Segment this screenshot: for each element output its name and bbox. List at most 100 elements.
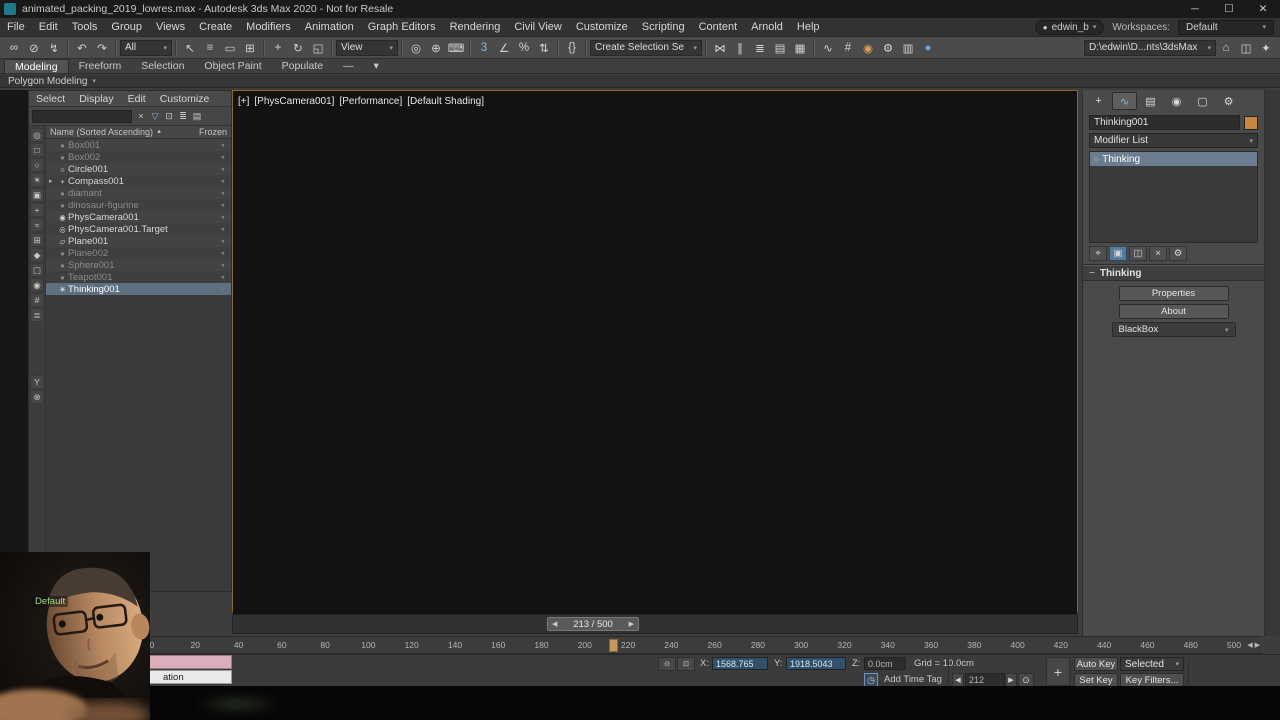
explorer-menu-display[interactable]: Display <box>72 93 120 105</box>
time-tag-icon[interactable]: ◷ <box>864 673 878 687</box>
asset-library-icon[interactable]: ◫ <box>1236 39 1256 57</box>
motion-tab[interactable]: ◉ <box>1164 92 1189 110</box>
modifier-stack-entry[interactable]: ○ Thinking <box>1090 152 1257 166</box>
selection-filter-dropdown[interactable]: All ▾ <box>120 39 172 56</box>
explorer-row-physcamera001-target[interactable]: ◎ PhysCamera001.Target ● <box>46 223 231 235</box>
menu-rendering[interactable]: Rendering <box>443 18 508 37</box>
link-icon[interactable]: ∞ <box>4 39 24 57</box>
set-keys-button[interactable]: + <box>1046 657 1070 686</box>
frozen-column-header[interactable]: Frozen <box>199 127 227 137</box>
frame-back-arrow[interactable]: ◀ <box>552 620 557 628</box>
ribbon-toggle-icon[interactable]: ▦ <box>790 39 810 57</box>
select-scale-icon[interactable]: ◱ <box>308 39 328 57</box>
ribbon-tab-object-paint[interactable]: Object Paint <box>194 59 271 73</box>
object-color-swatch[interactable] <box>1244 115 1258 130</box>
menu-content[interactable]: Content <box>692 18 745 37</box>
viewport-menu-shading[interactable]: [Default Shading] <box>407 96 484 107</box>
undo-icon[interactable]: ↶ <box>72 39 92 57</box>
viewport-render[interactable] <box>233 112 1079 592</box>
search-input[interactable] <box>32 109 132 123</box>
explorer-row-plane002[interactable]: ● Plane002 ● <box>46 247 231 259</box>
viewport[interactable]: [+] [PhysCamera001] [Performance] [Default … <box>232 90 1079 617</box>
explorer-row-thinking001[interactable]: ✳ Thinking001 ✳ <box>46 283 231 295</box>
viewport-menu-general[interactable]: [+] <box>238 96 249 107</box>
frozen-toggle[interactable]: ● <box>215 178 231 185</box>
explorer-menu-edit[interactable]: Edit <box>121 93 153 105</box>
selection-region-icon[interactable]: ▭ <box>220 39 240 57</box>
frozen-toggle[interactable]: ✳ <box>215 285 231 293</box>
explorer-menu-select[interactable]: Select <box>29 93 72 105</box>
display-options-icon[interactable]: ▤ <box>190 109 204 123</box>
filter-all-icon[interactable]: ◎ <box>30 128 44 142</box>
frame-forward-arrow[interactable]: ▶ <box>629 620 634 628</box>
use-pivot-center-icon[interactable]: ◎ <box>406 39 426 57</box>
properties-button[interactable]: Properties <box>1118 286 1229 301</box>
auto-key-button[interactable]: Auto Key <box>1074 657 1118 671</box>
z-coordinate-field[interactable]: 0.0cm <box>864 657 906 670</box>
filter-bones-icon[interactable]: ◆ <box>30 248 44 262</box>
ribbon-dropdown-icon[interactable]: ▾ <box>364 59 389 73</box>
explorer-menu-customize[interactable]: Customize <box>153 93 217 105</box>
mirror-icon[interactable]: ⋈ <box>710 39 730 57</box>
ruler-scroll-arrows[interactable]: ◀ ▶ <box>1247 641 1260 649</box>
frozen-toggle[interactable]: ● <box>215 274 231 281</box>
reference-coordinate-dropdown[interactable]: View ▾ <box>336 39 398 56</box>
filter-cameras-icon[interactable]: ▣ <box>30 188 44 202</box>
hierarchy-tab[interactable]: ▤ <box>1138 92 1163 110</box>
schematic-view-icon[interactable]: # <box>838 39 858 57</box>
explorer-row-box002[interactable]: ● Box002 ● <box>46 151 231 163</box>
curve-editor-icon[interactable]: ∿ <box>818 39 838 57</box>
key-selection-dropdown[interactable]: Selected ▾ <box>1120 657 1184 671</box>
render-setup-icon[interactable]: ⚙ <box>878 39 898 57</box>
current-frame-field[interactable]: 212 <box>965 673 1005 687</box>
snaps-toggle-icon[interactable]: 3 <box>474 39 494 57</box>
utilities-tab[interactable]: ⚙ <box>1216 92 1241 110</box>
redo-icon[interactable]: ↷ <box>92 39 112 57</box>
workspace-dropdown[interactable]: Default ▾ <box>1178 19 1274 35</box>
select-object-icon[interactable]: ↖ <box>180 39 200 57</box>
angle-snap-icon[interactable]: ∠ <box>494 39 514 57</box>
add-time-tag[interactable]: Add Time Tag <box>884 674 942 685</box>
select-by-name-icon[interactable]: ≡ <box>200 39 220 57</box>
rollout-header-thinking[interactable]: − Thinking <box>1083 266 1264 281</box>
clear-search-icon[interactable]: × <box>134 109 148 123</box>
ribbon-section-bar[interactable]: Polygon Modeling ▾ <box>0 75 1280 88</box>
window-crossing-icon[interactable]: ⊞ <box>240 39 260 57</box>
blackbox-dropdown[interactable]: BlackBox ▾ <box>1111 322 1236 337</box>
filter-lights-icon[interactable]: ☀ <box>30 173 44 187</box>
select-move-icon[interactable]: + <box>268 39 288 57</box>
menu-file[interactable]: File <box>0 18 32 37</box>
list-view-icon[interactable]: ≣ <box>176 109 190 123</box>
keyboard-override-icon[interactable]: ⌨ <box>446 39 466 57</box>
unlink-icon[interactable]: ⊘ <box>24 39 44 57</box>
frame-next-spinner[interactable]: ▶ <box>1005 673 1017 687</box>
rendered-frame-icon[interactable]: ▥ <box>898 39 918 57</box>
pin-stack-icon[interactable]: ⌖ <box>1089 246 1107 261</box>
explorer-row-teapot001[interactable]: ● Teapot001 ● <box>46 271 231 283</box>
modify-tab[interactable]: ∿ <box>1112 92 1137 110</box>
modifier-stack[interactable]: ○ Thinking <box>1089 151 1258 243</box>
set-key-button[interactable]: Set Key <box>1074 673 1118 687</box>
create-tab[interactable]: + <box>1086 92 1111 110</box>
percent-snap-icon[interactable]: % <box>514 39 534 57</box>
explorer-column-header[interactable]: Name (Sorted Ascending) ▲ Frozen <box>46 126 231 139</box>
menu-animation[interactable]: Animation <box>298 18 361 37</box>
menu-help[interactable]: Help <box>790 18 827 37</box>
user-account-menu[interactable]: ● edwin_b ▾ <box>1034 19 1105 35</box>
command-panel-scroll-edge[interactable] <box>1264 90 1280 636</box>
menu-views[interactable]: Views <box>149 18 192 37</box>
ribbon-collapse-icon[interactable]: — <box>333 59 364 73</box>
selection-lock-icon[interactable]: ⊡ <box>677 657 695 671</box>
project-path-dropdown[interactable]: D:\edwin\D...nts\3dsMax ▾ <box>1084 39 1216 56</box>
delete-icon[interactable]: ⊗ <box>30 390 44 404</box>
ribbon-tab-modeling[interactable]: Modeling <box>4 59 69 73</box>
lock-explorer-icon[interactable]: ⊡ <box>162 109 176 123</box>
frozen-toggle[interactable]: ● <box>215 214 231 221</box>
show-end-result-icon[interactable]: ▣ <box>1109 246 1127 261</box>
display-tab[interactable]: ▢ <box>1190 92 1215 110</box>
about-button[interactable]: About <box>1118 304 1229 319</box>
menu-customize[interactable]: Customize <box>569 18 635 37</box>
sort-mode-icon[interactable]: ≣ <box>30 308 44 322</box>
menu-create[interactable]: Create <box>192 18 239 37</box>
minimize-button[interactable]: ─ <box>1178 3 1212 15</box>
